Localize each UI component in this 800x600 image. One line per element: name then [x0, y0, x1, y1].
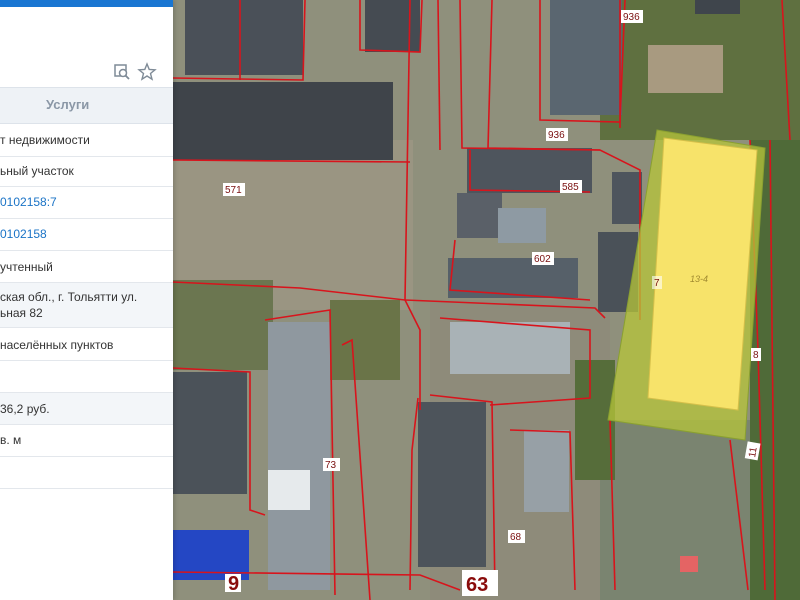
parcel-number-63: 63: [466, 574, 488, 596]
property-row: ьный участок: [0, 157, 173, 187]
building: [695, 0, 740, 14]
property-value: ьный участок: [0, 164, 74, 178]
parcel-number-571: 571: [225, 185, 242, 196]
property-row: населённых пунктов: [0, 328, 173, 361]
cadastral-cost: 36,2 руб.: [0, 402, 50, 416]
building: [268, 470, 310, 510]
parcel-number-9: 9: [228, 573, 239, 595]
building: [550, 0, 622, 115]
building: [173, 82, 393, 160]
address-line-1: ская обл., г. Тольятти ул.: [0, 290, 138, 304]
property-row: 0102158:7: [0, 187, 173, 219]
parcel-number-936-top: 936: [623, 12, 640, 23]
building: [680, 556, 698, 572]
building: [457, 193, 502, 238]
parcel-number-7: 7: [654, 278, 660, 289]
zoom-search-icon[interactable]: [112, 62, 132, 82]
building: [450, 322, 570, 374]
parcel-number-602: 602: [534, 254, 551, 265]
property-value: населённых пунктов: [0, 338, 114, 352]
address-line-2: ьная 82: [0, 306, 43, 320]
property-row: учтенный: [0, 251, 173, 283]
parcel-number-585: 585: [562, 182, 579, 193]
building: [418, 402, 486, 567]
building: [612, 172, 642, 224]
building: [173, 372, 247, 494]
info-panel: Услуги т недвижимости ьный участок 01021…: [0, 0, 173, 600]
yard: [648, 45, 723, 93]
parcel-number-68: 68: [510, 532, 522, 543]
area-value: в. м: [0, 433, 22, 447]
cadastral-number-link[interactable]: 0102158:7: [0, 195, 57, 209]
property-row: [0, 457, 173, 489]
property-row: т недвижимости: [0, 123, 173, 157]
building: [498, 208, 546, 243]
panel-top-bar: [0, 0, 173, 7]
building: [185, 0, 303, 75]
star-icon[interactable]: [137, 62, 157, 82]
property-row: 0102158: [0, 219, 173, 251]
property-row: 36,2 руб.: [0, 393, 173, 425]
property-value: т недвижимости: [0, 133, 90, 147]
property-row: в. м: [0, 425, 173, 457]
tab-services[interactable]: Услуги: [46, 97, 89, 112]
parcel-number-936: 936: [548, 130, 565, 141]
building: [268, 322, 330, 590]
panel-tab-row: Услуги: [0, 87, 173, 124]
parcel-number-73: 73: [325, 460, 337, 471]
panel-toolbar: [0, 58, 173, 86]
parcel-number-8: 8: [753, 350, 759, 361]
property-value: учтенный: [0, 260, 53, 274]
building: [524, 430, 569, 512]
cadastral-quarter-link[interactable]: 0102158: [0, 227, 47, 241]
building: [365, 0, 420, 52]
property-row: ская обл., г. Тольятти ул. ьная 82: [0, 283, 173, 328]
property-row: [0, 361, 173, 393]
highlighted-parcel-label: 13-4: [690, 274, 708, 284]
